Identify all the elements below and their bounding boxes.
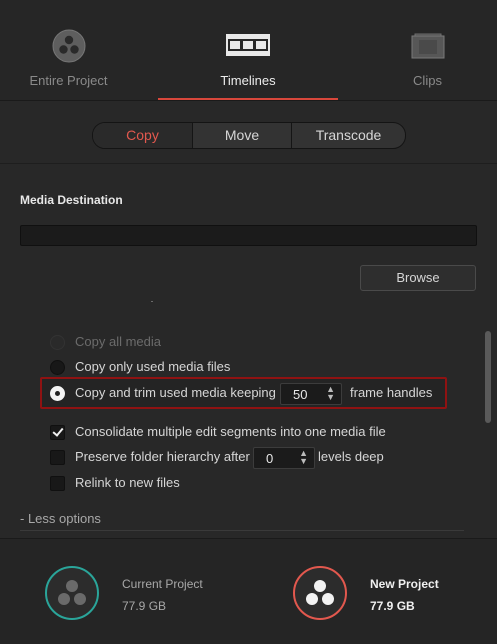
new-project-size: 77.9 GB — [370, 599, 415, 613]
copy-all-media-label: Copy all media — [75, 334, 161, 349]
stepper-arrows-icon[interactable]: ▲ ▼ — [326, 385, 335, 402]
consolidate-checkbox[interactable] — [50, 425, 65, 440]
mode-transcode-button[interactable]: Transcode — [292, 123, 405, 148]
project-footer: Current Project 77.9 GB New Project 77.9… — [0, 538, 497, 644]
copy-used-media-radio[interactable] — [50, 360, 65, 375]
tab-label: Clips — [413, 73, 442, 88]
relink-checkbox[interactable] — [50, 476, 65, 491]
top-tab-bar: Entire Project Timelines Clips — [0, 0, 497, 101]
frame-handles-label: frame handles — [350, 385, 433, 400]
mode-move-button[interactable]: Move — [193, 123, 292, 148]
levels-stepper[interactable]: 0 ▲ ▼ — [253, 447, 315, 469]
new-project-icon — [293, 566, 347, 620]
mode-segmented-control: Copy Move Transcode — [92, 122, 406, 149]
mode-copy-button[interactable]: Copy — [93, 123, 193, 148]
clips-filmstrip-icon — [411, 33, 445, 64]
frame-handles-value: 50 — [293, 387, 308, 402]
tab-label: Timelines — [220, 73, 276, 88]
preserve-folder-checkbox[interactable] — [50, 450, 65, 465]
vertical-scrollbar[interactable] — [485, 331, 491, 423]
section-divider — [0, 163, 497, 164]
browse-button[interactable]: Browse — [360, 265, 476, 291]
stepper-arrows-icon[interactable]: ▲ ▼ — [299, 449, 308, 466]
relink-label: Relink to new files — [75, 475, 180, 490]
levels-deep-label: levels deep — [318, 449, 384, 464]
preserve-folder-label: Preserve folder hierarchy after — [75, 449, 250, 464]
media-destination-path-field[interactable] — [20, 225, 477, 246]
copy-used-media-label: Copy only used media files — [75, 359, 231, 374]
tab-clips[interactable]: Clips — [358, 0, 497, 100]
copy-and-trim-radio[interactable] — [50, 386, 65, 401]
copy-and-trim-label: Copy and trim used media keeping — [75, 385, 276, 400]
timeline-filmstrip-icon — [226, 34, 270, 61]
current-project-icon — [45, 566, 99, 620]
tab-timelines[interactable]: Timelines — [158, 0, 338, 100]
media-destination-title: Media Destination — [20, 193, 123, 207]
davinci-logo-icon — [52, 29, 86, 68]
consolidate-label: Consolidate multiple edit segments into … — [75, 424, 386, 439]
less-options-toggle[interactable]: - Less options — [20, 511, 101, 526]
active-tab-indicator — [158, 98, 338, 100]
separator-dot — [151, 301, 153, 302]
less-options-divider — [20, 530, 464, 531]
tab-entire-project[interactable]: Entire Project — [0, 0, 137, 100]
main-panel: Copy Move Transcode Media Destination Br… — [0, 101, 497, 537]
current-project-size: 77.9 GB — [122, 599, 167, 613]
frame-handles-stepper[interactable]: 50 ▲ ▼ — [280, 383, 342, 405]
current-project-name: Current Project — [122, 577, 203, 591]
new-project-name: New Project — [370, 577, 439, 591]
levels-value: 0 — [266, 451, 274, 466]
copy-all-media-radio[interactable] — [50, 335, 65, 350]
tab-label: Entire Project — [29, 73, 108, 88]
